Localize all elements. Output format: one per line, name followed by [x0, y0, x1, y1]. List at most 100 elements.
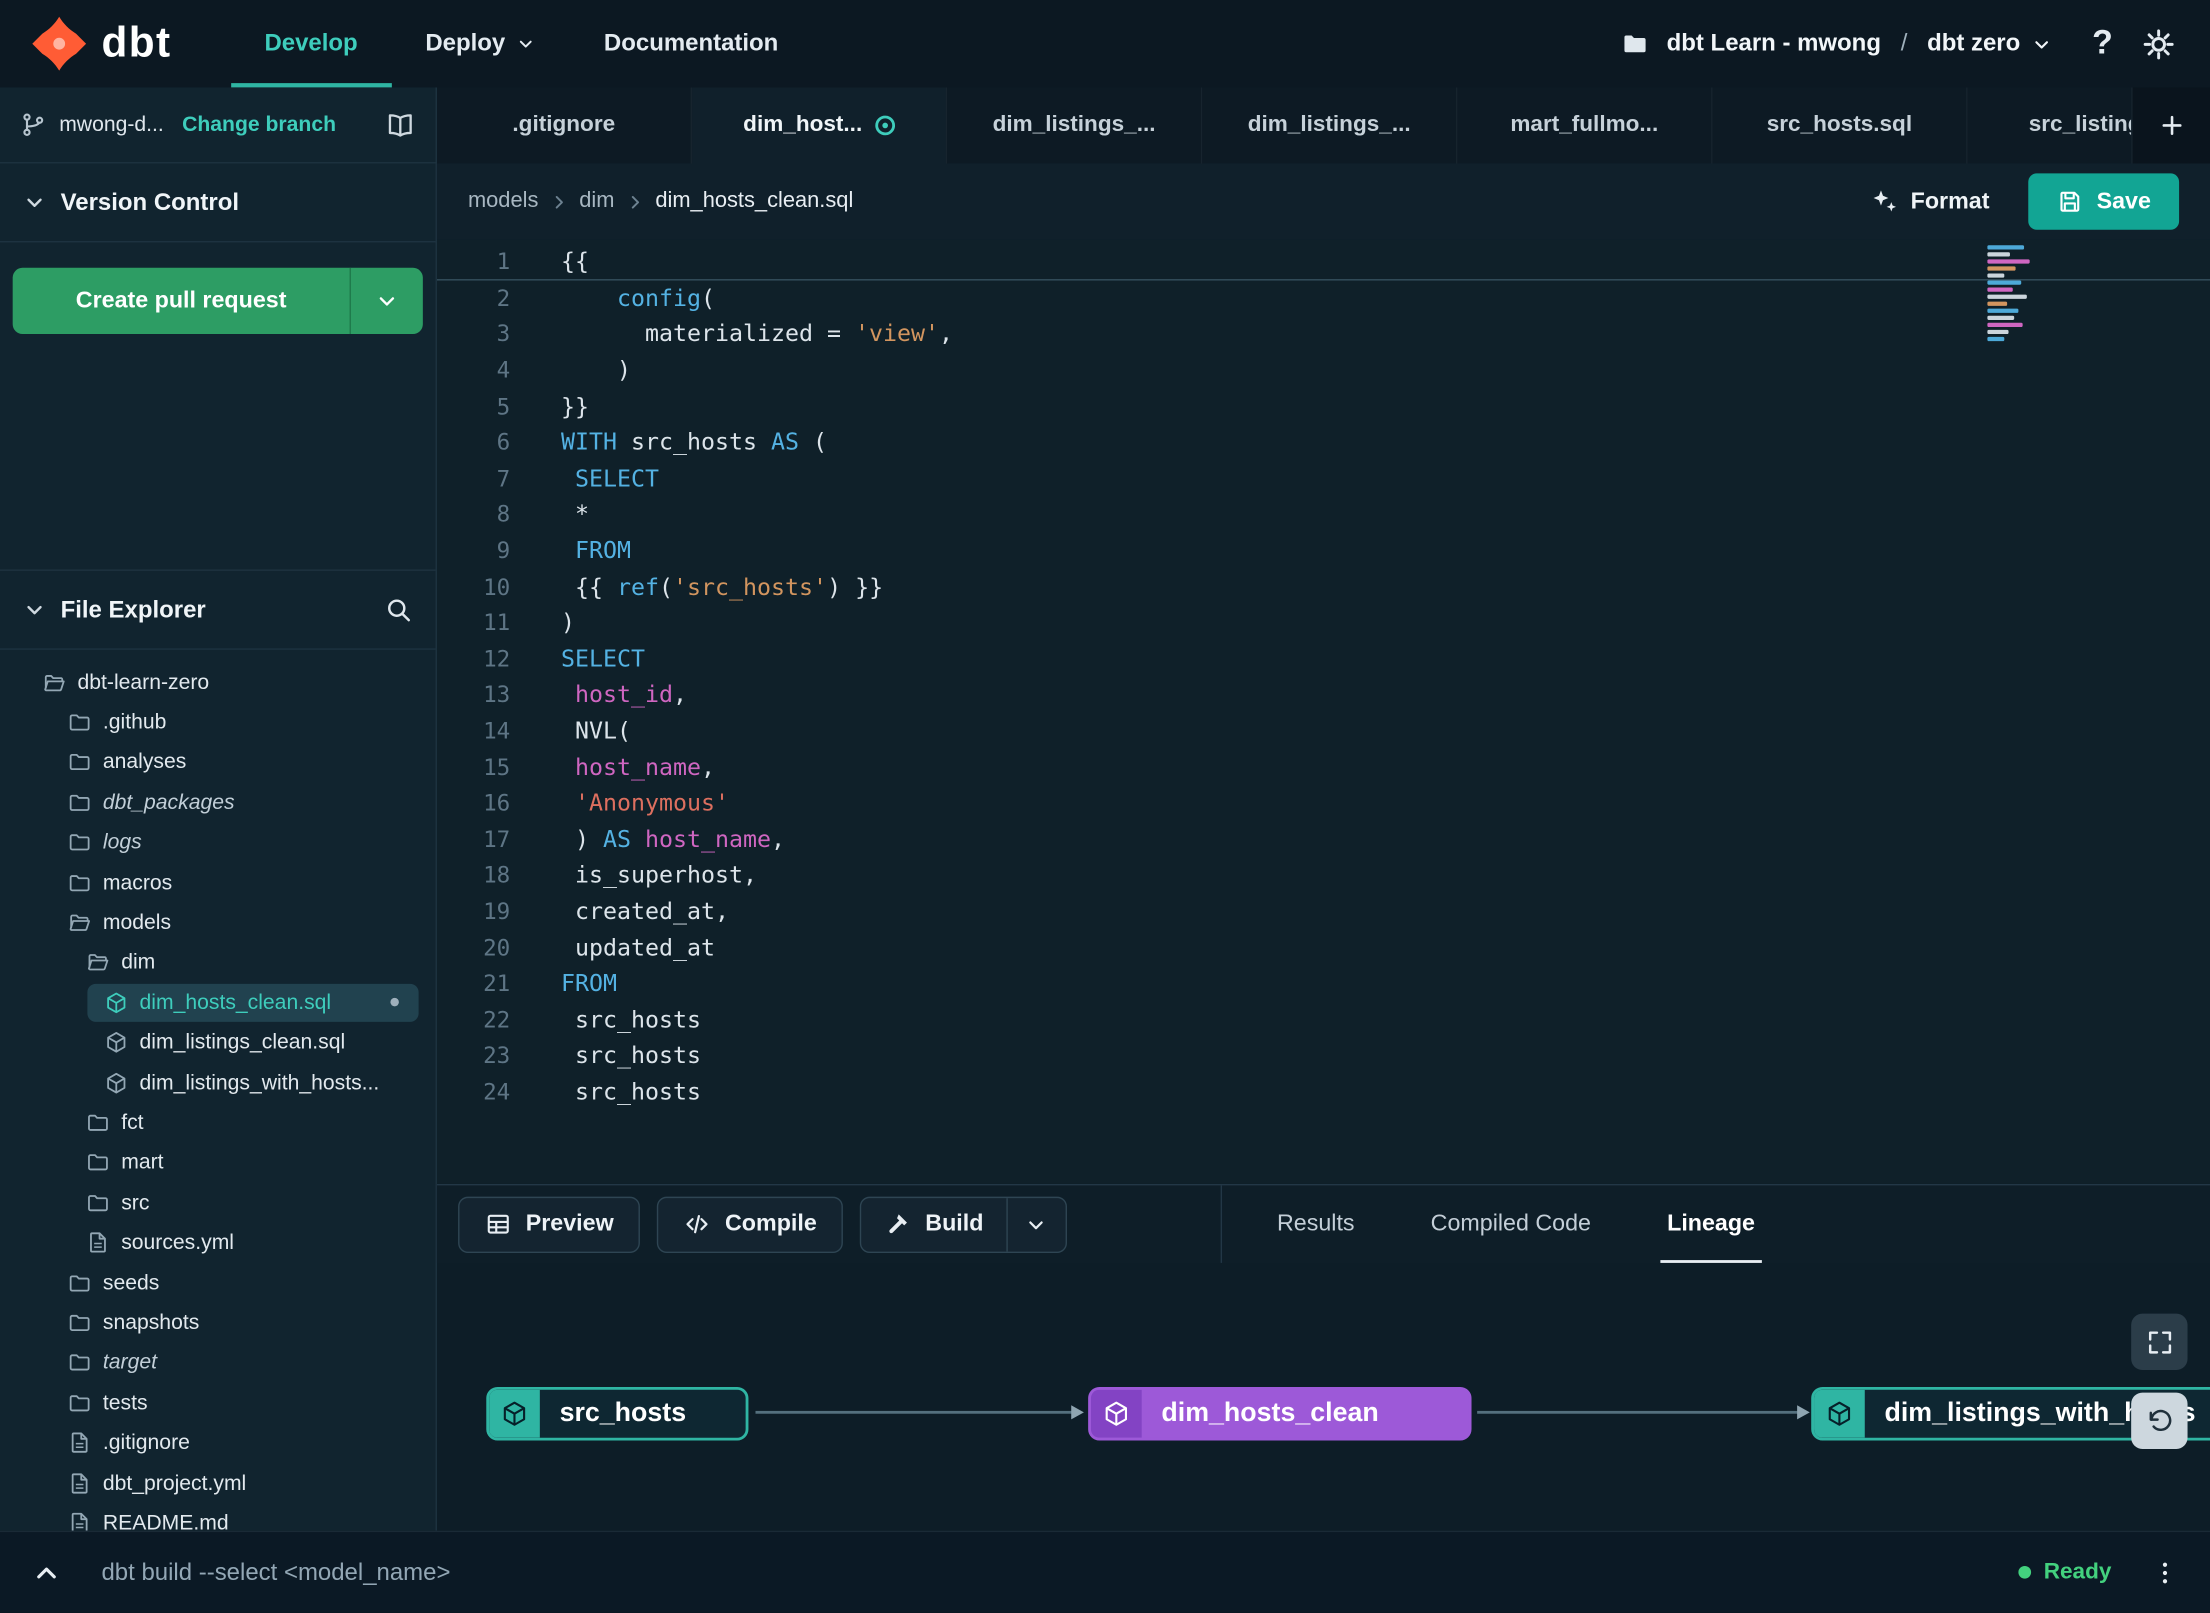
file-tree-item-src[interactable]: src — [0, 1183, 436, 1223]
tab-label: mart_fullmo... — [1510, 112, 1659, 137]
file-tree-item-dbt-packages[interactable]: dbt_packages — [0, 783, 436, 823]
breadcrumb-item-dim[interactable]: dim — [579, 189, 614, 214]
file-tree-item-dim-listings-with-hosts[interactable]: dim_listings_with_hosts... — [0, 1063, 436, 1103]
preview-button[interactable]: Preview — [458, 1195, 641, 1253]
lineage-node-src-hosts[interactable]: src_hosts — [486, 1386, 749, 1441]
tab-gitignore[interactable]: .gitignore — [436, 87, 693, 164]
file-icon — [86, 1231, 110, 1255]
file-explorer-header[interactable]: File Explorer — [0, 571, 436, 650]
nav-develop[interactable]: Develop — [231, 0, 392, 87]
code-token: src_hosts — [560, 1006, 702, 1033]
save-button[interactable]: Save — [2028, 173, 2180, 230]
build-dropdown[interactable] — [1005, 1197, 1065, 1251]
lineage-canvas[interactable]: src_hosts dim_hosts_clean dim_listings_wit… — [436, 1262, 2210, 1531]
tab-dim-listings[interactable]: dim_listings_... — [1202, 87, 1458, 164]
new-tab-button[interactable] — [2131, 87, 2210, 164]
code-editor[interactable]: 1{{2 config(3 materialized = 'view', 4 ) 5… — [436, 239, 2210, 1184]
code-token: FROM — [560, 969, 618, 997]
create-pull-request-button[interactable]: Create pull request — [12, 267, 423, 335]
tab-src-hosts-sql[interactable]: src_hosts.sql — [1712, 87, 1968, 164]
file-tree-item-logs[interactable]: logs — [0, 823, 436, 863]
file-tree-item-dbt-project-yml[interactable]: dbt_project.yml — [0, 1463, 436, 1503]
file-tree-item-sources-yml[interactable]: sources.yml — [0, 1223, 436, 1263]
code-token: updated_at — [560, 933, 716, 961]
file-tree-label: tests — [102, 1390, 148, 1415]
line-number: 8 — [496, 501, 511, 528]
help-icon[interactable]: ? — [2092, 24, 2113, 63]
code-token: ( — [659, 573, 674, 600]
file-tree-item-snapshots[interactable]: snapshots — [0, 1303, 436, 1343]
file-tree-label: mart — [121, 1150, 164, 1175]
file-tree-item-dim[interactable]: dim — [0, 943, 436, 983]
lineage-node-dim-hosts-clean[interactable]: dim_hosts_clean — [1088, 1386, 1472, 1441]
unsaved-indicator-icon — [874, 115, 895, 136]
settings-gear-icon[interactable] — [2141, 26, 2176, 61]
dbt-logo[interactable]: dbt — [31, 16, 171, 72]
reset-view-button[interactable] — [2131, 1392, 2188, 1449]
line-number: 24 — [483, 1078, 511, 1105]
file-tree-item-fct[interactable]: fct — [0, 1103, 436, 1143]
breadcrumb-item-models[interactable]: models — [468, 189, 538, 214]
create-pr-dropdown[interactable] — [349, 267, 423, 335]
nav-deploy[interactable]: Deploy — [392, 0, 571, 87]
file-tree-item-mart[interactable]: mart — [0, 1143, 436, 1183]
file-tree-item-analyses[interactable]: analyses — [0, 742, 436, 782]
file-tree-item-readme-md[interactable]: README.md — [0, 1503, 436, 1531]
editor-tab-bar: .gitignore dim_host... dim_listings_... dim… — [436, 87, 2210, 164]
status-label: Ready — [2043, 1559, 2112, 1584]
code-token: , — [939, 320, 954, 348]
fullscreen-button[interactable] — [2131, 1313, 2188, 1371]
tab-dim-listings[interactable]: dim_listings_... — [947, 87, 1203, 164]
docs-book-icon[interactable] — [385, 109, 416, 140]
compile-button[interactable]: Compile — [657, 1195, 844, 1253]
breadcrumb-item-dim-hosts-clean-sql[interactable]: dim_hosts_clean.sql — [655, 189, 853, 214]
file-tree-label: .gitignore — [102, 1430, 190, 1455]
version-control-header[interactable]: Version Control — [0, 164, 436, 243]
tab-mart-fullmo[interactable]: mart_fullmo... — [1457, 87, 1713, 164]
folder-icon — [68, 710, 92, 734]
file-tree-item-target[interactable]: target — [0, 1343, 436, 1383]
line-number: 2 — [496, 284, 511, 312]
minimap-line — [1987, 294, 2027, 299]
file-tree-item-dbt-learn-zero[interactable]: dbt-learn-zero — [0, 662, 436, 702]
environment-selector[interactable]: dbt zero — [1927, 30, 2053, 58]
build-button[interactable]: Build — [862, 1197, 1006, 1251]
file-tree-item-macros[interactable]: macros — [0, 863, 436, 903]
file-tree-item-dim-hosts-clean-sql[interactable]: dim_hosts_clean.sql — [0, 983, 436, 1023]
code-token: host_name — [645, 825, 772, 853]
file-tree-item-dim-listings-clean-sql[interactable]: dim_listings_clean.sql — [0, 1023, 436, 1063]
code-line: 22 src_hosts — [437, 1001, 2210, 1037]
project-name[interactable]: dbt Learn - mwong — [1667, 30, 1881, 58]
file-tree-item-tests[interactable]: tests — [0, 1383, 436, 1423]
minimap[interactable] — [1987, 245, 2041, 342]
tab-label: .gitignore — [512, 112, 616, 137]
chevron-up-icon[interactable] — [31, 1557, 62, 1588]
bottom-panel-bar: Preview Compile Build Results Compiled Co… — [436, 1183, 2210, 1263]
file-tree-item-github[interactable]: .github — [0, 702, 436, 742]
create-pull-request-label: Create pull request — [75, 287, 287, 313]
file-icon — [68, 1471, 92, 1495]
format-button[interactable]: Format — [1870, 187, 1989, 215]
panel-tab-compiled-code[interactable]: Compiled Code — [1393, 1185, 1629, 1263]
code-text: {{ ref('src_hosts') }} — [510, 573, 883, 600]
nav-documentation[interactable]: Documentation — [570, 0, 812, 87]
kebab-menu-icon[interactable] — [2151, 1558, 2179, 1586]
file-tree-item-models[interactable]: models — [0, 903, 436, 943]
search-icon[interactable] — [385, 596, 413, 624]
command-input[interactable]: dbt build --select <model_name> — [101, 1558, 450, 1586]
tab-dim-host[interactable]: dim_host... — [692, 87, 948, 164]
file-tree-label: fct — [121, 1110, 144, 1135]
code-text: FROM — [510, 970, 617, 997]
status-right: Ready — [2018, 1558, 2179, 1586]
file-tree-item-gitignore[interactable]: .gitignore — [0, 1423, 436, 1463]
panel-tab-results[interactable]: Results — [1239, 1185, 1393, 1263]
minimap-line — [1987, 245, 2025, 250]
file-tree-item-seeds[interactable]: seeds — [0, 1263, 436, 1303]
code-line: 18 is_superhost, — [437, 857, 2210, 893]
code-text: SELECT — [510, 645, 645, 672]
panel-tab-lineage[interactable]: Lineage — [1629, 1185, 1793, 1263]
code-token: ( — [701, 284, 716, 312]
file-tree-label: dim_listings_with_hosts... — [139, 1070, 380, 1095]
change-branch-link[interactable]: Change branch — [182, 113, 336, 137]
